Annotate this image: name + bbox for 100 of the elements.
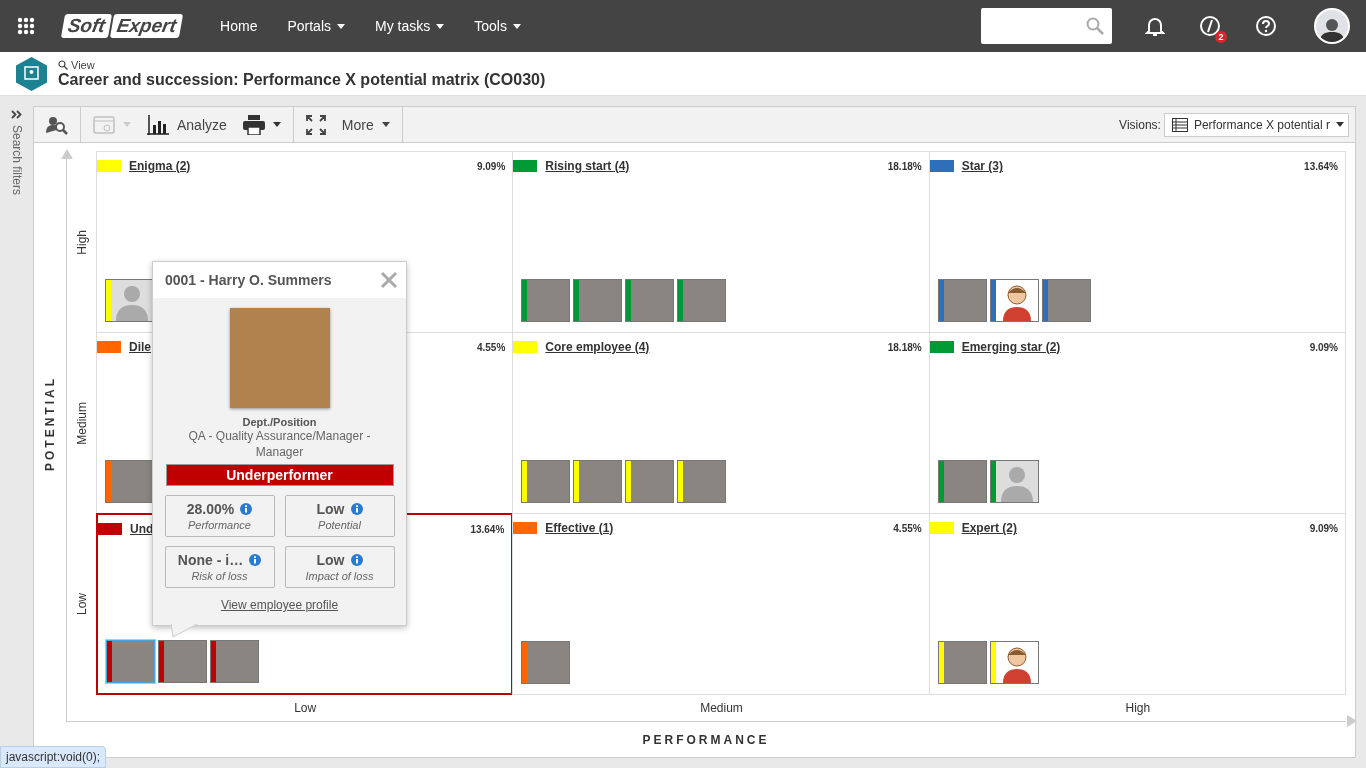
page-title: Career and succession: Performance X potential matrix (CO030): [58, 70, 546, 89]
nav-menu-item[interactable]: Home: [205, 18, 273, 34]
caret-icon: [436, 23, 445, 29]
notification-badge: 2: [1215, 31, 1227, 43]
bar-chart-icon: [147, 114, 169, 135]
caret-icon: [512, 23, 521, 29]
person-silhouette-icon: [111, 280, 153, 321]
help-icon[interactable]: [1255, 15, 1277, 37]
employee-thumbnail[interactable]: [105, 279, 154, 322]
nav-menu-item[interactable]: Tools: [459, 18, 536, 34]
employee-thumbnail[interactable]: [573, 279, 623, 322]
row-label: Medium: [75, 402, 89, 445]
quadrant-link[interactable]: Und: [130, 522, 154, 536]
employee-thumbnail[interactable]: [573, 460, 623, 503]
matrix-cell[interactable]: Emerging star (2) 9.09%: [928, 332, 1346, 514]
percentage: 13.64%: [470, 523, 505, 535]
search-icon: [1086, 17, 1104, 35]
employee-thumbnail[interactable]: [677, 279, 727, 322]
axis-title: PERFORMANCE: [642, 733, 770, 747]
nav-menu-item[interactable]: Portals: [272, 18, 360, 34]
status-banner: Underperformer: [165, 464, 394, 486]
photo-placeholder: [943, 280, 986, 321]
employee-thumbnail[interactable]: [521, 641, 571, 684]
photo-placeholder: [631, 280, 674, 321]
more-button[interactable]: More: [335, 112, 396, 137]
analyze-button[interactable]: Analyze: [141, 110, 233, 139]
metric-label: Impact of loss: [305, 570, 374, 582]
column-label: High: [1125, 701, 1151, 715]
percentage: 4.55%: [476, 341, 506, 353]
employee-thumbnail[interactable]: [989, 279, 1039, 322]
photo-placeholder: [579, 280, 622, 321]
employee-thumbnail[interactable]: [105, 460, 154, 503]
app-grid-icon[interactable]: [17, 17, 35, 35]
expand-chevrons-icon[interactable]: [11, 110, 22, 119]
close-button[interactable]: [380, 271, 398, 289]
employee-thumbnail[interactable]: [937, 460, 987, 503]
photo-placeholder: [579, 461, 622, 502]
photo-placeholder: [683, 461, 726, 502]
bell-icon[interactable]: [1145, 16, 1165, 36]
employee-thumbnail[interactable]: [158, 640, 207, 683]
info-icon: [240, 503, 253, 515]
search-field[interactable]: [981, 8, 1112, 44]
user-avatar[interactable]: [1314, 8, 1350, 44]
window-icon: [93, 115, 115, 134]
info-icon: [350, 554, 363, 566]
metric-value: Low: [316, 552, 345, 568]
employee-thumbnail[interactable]: [521, 460, 571, 503]
matrix-cell[interactable]: Effective (1) 4.55%: [512, 513, 930, 695]
quadrant-link[interactable]: Emerging star (2): [961, 340, 1061, 354]
percentage: 4.55%: [893, 522, 922, 534]
photo-placeholder: [527, 642, 570, 683]
visions-dropdown[interactable]: Performance X potential r: [1163, 112, 1349, 137]
photo-placeholder: [683, 280, 726, 321]
employee-thumbnail[interactable]: [625, 279, 675, 322]
matrix-cell[interactable]: Star (3) 13.64%: [928, 151, 1346, 333]
employee-thumbnail[interactable]: [106, 640, 155, 683]
photo-placeholder: [164, 641, 206, 682]
employee-thumbnail[interactable]: [210, 640, 259, 683]
axis-title: POTENTIAL: [43, 376, 57, 471]
search-filters-tab[interactable]: Search filters: [9, 125, 24, 196]
quadrant-link[interactable]: Enigma (2): [129, 159, 191, 173]
quadrant-link[interactable]: Rising start (4): [545, 159, 630, 173]
photo-placeholder: [1047, 280, 1090, 321]
metric-value: None - i…: [177, 552, 244, 568]
profile-link[interactable]: View employee profile: [220, 598, 339, 612]
photo-placeholder: [631, 461, 674, 502]
quadrant-link[interactable]: Star (3): [961, 159, 1003, 173]
quadrant-link[interactable]: Dile: [129, 340, 151, 354]
caret-icon: [123, 122, 131, 127]
employee-thumbnail[interactable]: [937, 641, 987, 684]
table-icon: [1171, 117, 1188, 132]
breadcrumb-link[interactable]: View: [71, 58, 95, 71]
caret-icon: [1336, 122, 1344, 127]
photo-placeholder: [216, 641, 258, 682]
employee-thumbnail[interactable]: [625, 460, 675, 503]
employee-thumbnail[interactable]: [989, 641, 1039, 684]
quadrant-link[interactable]: Core employee (4): [545, 340, 650, 354]
employee-thumbnail[interactable]: [937, 279, 987, 322]
person-silhouette-icon: [995, 461, 1038, 502]
visions-label: Visions:: [1119, 117, 1161, 132]
employee-thumbnail[interactable]: [1041, 279, 1091, 322]
search-icon: [58, 59, 68, 70]
metric-label: Risk of loss: [191, 570, 248, 582]
nav-menu-item[interactable]: My tasks: [360, 18, 460, 34]
printer-icon: [242, 114, 265, 135]
photo-placeholder: [943, 642, 986, 683]
quadrant-link[interactable]: Effective (1): [545, 521, 614, 535]
matrix-cell[interactable]: Expert (2) 9.09%: [928, 513, 1346, 695]
info-icon: [350, 503, 363, 515]
employee-thumbnail[interactable]: [521, 279, 571, 322]
employee-thumbnail[interactable]: [677, 460, 727, 503]
popup-title: 0001 - Harry O. Summers: [165, 272, 332, 288]
photo-placeholder: [527, 280, 570, 321]
quadrant-link[interactable]: Expert (2): [961, 521, 1017, 535]
photo-placeholder: [112, 641, 154, 682]
percentage: 9.09%: [1309, 522, 1338, 534]
field-label: Dept./Position: [242, 416, 317, 428]
badge-hexagon-icon: [16, 56, 47, 91]
metric-value: Low: [316, 501, 345, 517]
employee-thumbnail[interactable]: [989, 460, 1039, 503]
